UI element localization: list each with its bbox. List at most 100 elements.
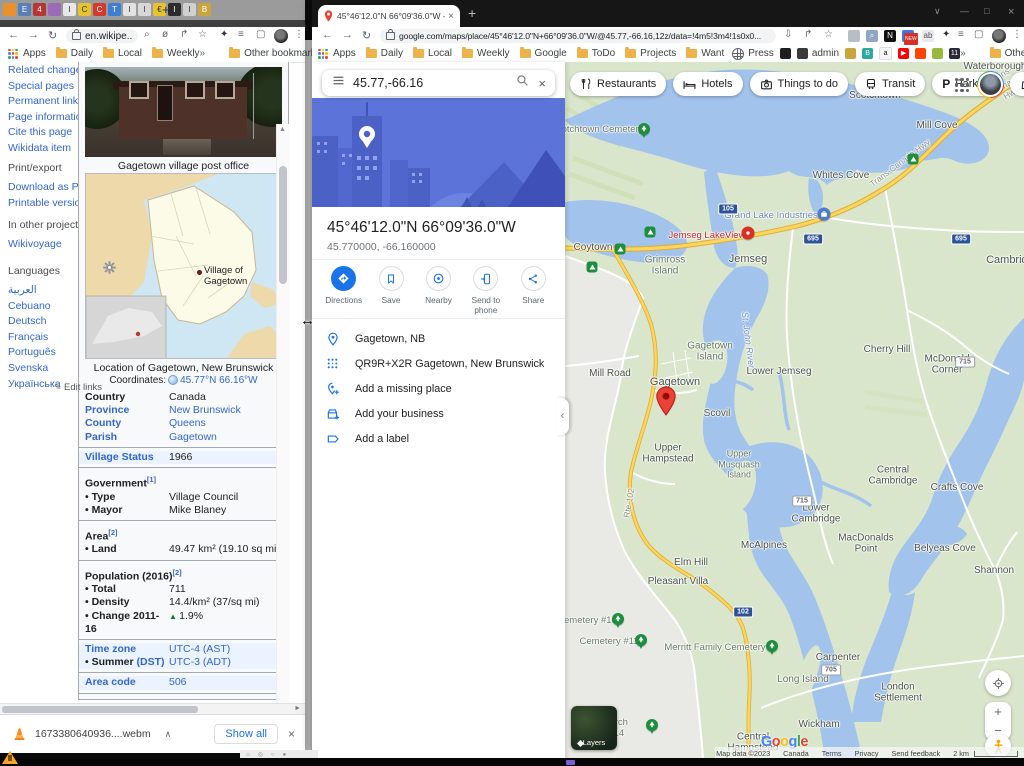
url-text[interactable]: en.wikipe... <box>85 31 132 42</box>
sidebar-link[interactable]: العربية <box>8 284 88 296</box>
map-canvas[interactable]: WaterboroughScotchtownMill CoveWhites Co… <box>565 62 1024 760</box>
address-bar[interactable]: google.com/maps/place/45°46'12.0"N+66°09… <box>380 29 776 43</box>
infobox-label[interactable]: Province <box>79 404 167 417</box>
menu-icon[interactable]: ⋮ <box>294 29 304 40</box>
list-item[interactable]: Gagetown, NB <box>312 326 565 351</box>
reading-list-icon[interactable]: ≡ <box>238 29 244 40</box>
infobox-label-link[interactable]: (DST) <box>137 656 165 668</box>
close-tab-icon[interactable]: × <box>448 11 454 22</box>
sidebar-link[interactable]: Cite this page <box>8 126 88 138</box>
pinned-tab[interactable] <box>48 3 61 16</box>
chip-more[interactable]: › <box>1010 72 1024 96</box>
park-icon[interactable] <box>908 154 919 165</box>
bookmark-favicon[interactable] <box>915 48 926 59</box>
extension-icon[interactable] <box>848 30 860 42</box>
other-bookmarks-label[interactable]: Other bookmarks <box>244 48 321 59</box>
infobox-value-text[interactable]: New Brunswick <box>169 404 241 416</box>
reload-icon[interactable]: ↻ <box>362 29 371 42</box>
park-icon[interactable] <box>645 227 656 238</box>
infobox-label[interactable]: Village Status <box>79 451 167 464</box>
lodging-pin-icon[interactable] <box>742 227 755 240</box>
park-icon[interactable] <box>587 262 598 273</box>
download-chevron-icon[interactable]: ∧ <box>165 729 172 740</box>
forward-icon[interactable]: → <box>342 29 353 41</box>
bookmark-folder[interactable]: Weekly <box>167 48 200 59</box>
bookmark-folder[interactable]: Weekly <box>477 48 510 59</box>
infobox-label[interactable]: Parish <box>79 431 167 444</box>
zoom-icon[interactable]: ⌕ <box>144 29 150 40</box>
sidebar-link[interactable]: Wikivoyage <box>8 238 88 250</box>
tree-pin-icon[interactable] <box>638 123 650 135</box>
bookmark-folder[interactable]: Google <box>535 48 567 59</box>
list-item[interactable]: Add a label <box>312 426 565 451</box>
map-settings-gear-icon[interactable] <box>102 260 117 278</box>
sidebar-link[interactable]: Download as PDF <box>8 181 88 193</box>
url-text[interactable]: google.com/maps/place/45°46'12.0"N+66°09… <box>399 31 761 41</box>
bookmark-favicon[interactable] <box>845 48 856 59</box>
new-tab-button[interactable]: + <box>162 2 170 17</box>
park-icon[interactable] <box>615 244 626 255</box>
reference-superscript[interactable]: [2] <box>173 568 182 577</box>
show-all-button[interactable]: Show all <box>214 724 278 744</box>
chip-restaurants[interactable]: Restaurants <box>570 72 666 96</box>
sidebar-link[interactable]: Português <box>8 346 88 358</box>
bookmark-star-icon[interactable]: ☆ <box>198 29 207 40</box>
pinned-tab[interactable]: I <box>168 3 181 16</box>
download-filename[interactable]: 1673380640936....webm <box>35 728 151 740</box>
window-close-icon[interactable]: × <box>1008 6 1014 18</box>
sidebar-link[interactable]: Page information <box>8 111 88 123</box>
infobox-value[interactable]: Gagetown <box>167 431 288 444</box>
bookmark-folder[interactable]: Local <box>428 48 452 59</box>
window-restore-icon[interactable]: ∨ <box>934 6 941 17</box>
google-apps-grid-icon[interactable] <box>955 78 969 92</box>
chip-things-to-do[interactable]: Things to do <box>750 72 849 96</box>
reference-superscript[interactable]: [2] <box>108 528 117 537</box>
bookmark-favicon[interactable]: ▶ <box>898 48 909 59</box>
chip-transit[interactable]: Transit <box>855 72 925 96</box>
layers-button[interactable]: Layers <box>571 706 617 750</box>
bookmark-folder[interactable]: Daily <box>381 48 403 59</box>
bookmarks-overflow-chevron[interactable]: » <box>960 48 966 59</box>
extension-icon[interactable]: ✦ <box>220 29 228 40</box>
destination-pin[interactable] <box>655 386 677 421</box>
edit-links[interactable]: ✎ Edit links <box>54 382 102 393</box>
list-item[interactable]: Add your business <box>312 401 565 426</box>
window-maximize-icon[interactable]: □ <box>984 6 989 16</box>
other-bookmarks-label[interactable]: Other bookmarks <box>1005 48 1024 59</box>
sidebar-link[interactable]: Cebuano <box>8 300 88 312</box>
bookmark-star-icon[interactable]: ☆ <box>824 29 833 40</box>
analytics-extension-icon[interactable]: ab <box>922 30 934 42</box>
privacy-link[interactable]: Privacy <box>855 749 879 758</box>
action-send-to-phone[interactable]: Send to phone <box>463 266 509 315</box>
bookmark-favicon[interactable] <box>932 48 943 59</box>
menu-icon[interactable]: ⋮ <box>1012 29 1022 40</box>
search-icon[interactable] <box>516 74 529 92</box>
infobox-value-text[interactable]: Queens <box>169 417 206 429</box>
share-icon[interactable]: ↱ <box>180 29 188 40</box>
sidebar-link[interactable]: Special pages <box>8 80 88 92</box>
scroll-up-icon[interactable]: ▲ <box>279 126 286 133</box>
bookmark-folder[interactable]: Local <box>118 48 142 59</box>
collapse-panel-button[interactable]: ‹ <box>556 398 569 435</box>
pinned-tab[interactable]: C <box>93 3 106 16</box>
infobox-label[interactable]: Area code <box>79 676 167 689</box>
bookmarks-overflow-chevron[interactable]: » <box>200 48 206 59</box>
action-share[interactable]: Share <box>510 266 556 315</box>
side-panel-icon[interactable]: ▢ <box>974 29 983 40</box>
press-label[interactable]: Press <box>748 48 774 59</box>
profile-avatar[interactable] <box>274 29 288 43</box>
back-icon[interactable]: ← <box>322 29 333 41</box>
eye-blocked-icon[interactable]: ø <box>162 29 168 40</box>
address-bar[interactable]: en.wikipe... <box>66 29 138 43</box>
action-nearby[interactable]: Nearby <box>415 266 461 315</box>
list-item[interactable]: Add a missing place <box>312 376 565 401</box>
new-tab-button[interactable]: + <box>468 5 476 21</box>
infobox-label[interactable]: Time zone <box>79 643 167 656</box>
extension-search-icon[interactable]: ⌕ <box>866 30 878 42</box>
action-directions[interactable]: Directions <box>321 266 367 315</box>
admin-label[interactable]: admin <box>812 48 839 59</box>
apps-label[interactable]: Apps <box>333 48 356 59</box>
sidebar-link[interactable]: Related changes <box>8 64 88 76</box>
pinned-tab[interactable] <box>3 3 16 16</box>
new-extension-icon[interactable]: NEW <box>902 30 914 42</box>
